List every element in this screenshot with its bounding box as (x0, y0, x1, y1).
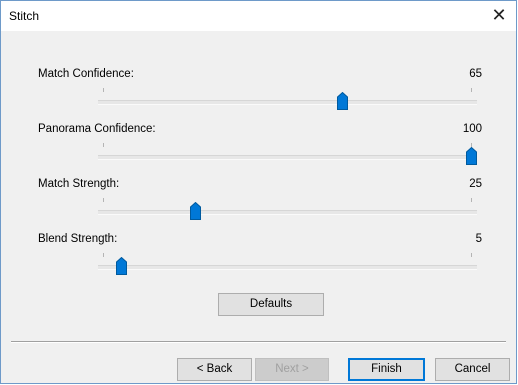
cancel-button[interactable]: Cancel (435, 358, 510, 381)
title-bar: Stitch ✕ (1, 1, 516, 31)
back-button[interactable]: < Back (177, 358, 252, 381)
match-strength-track[interactable] (98, 210, 477, 215)
tick-mark (103, 143, 104, 147)
panorama-confidence-slider-row: Panorama Confidence: 100 (1, 123, 516, 179)
close-icon[interactable]: ✕ (482, 1, 516, 31)
match-strength-value: 25 (469, 178, 482, 190)
match-strength-slider-thumb-icon[interactable] (189, 202, 201, 220)
blend-strength-label: Blend Strength: (38, 233, 118, 245)
tick-mark (103, 198, 104, 202)
defaults-button[interactable]: Defaults (218, 293, 324, 316)
blend-strength-slider-thumb-icon[interactable] (115, 257, 127, 275)
blend-strength-slider-row: Blend Strength: 5 (1, 233, 516, 289)
footer-separator (11, 341, 506, 343)
match-confidence-label: Match Confidence: (38, 68, 134, 80)
dialog-title: Stitch (9, 9, 40, 23)
match-confidence-value: 65 (469, 68, 482, 80)
finish-button[interactable]: Finish (348, 358, 425, 381)
blend-strength-track[interactable] (98, 265, 477, 270)
panorama-confidence-track[interactable] (98, 155, 477, 160)
match-confidence-slider-row: Match Confidence: 65 (1, 68, 516, 124)
tick-mark (471, 198, 472, 202)
tick-mark (471, 88, 472, 92)
panorama-confidence-slider-thumb-icon[interactable] (465, 147, 477, 165)
match-confidence-slider-thumb-icon[interactable] (336, 92, 348, 110)
match-strength-slider-row: Match Strength: 25 (1, 178, 516, 234)
panorama-confidence-label: Panorama Confidence: (38, 123, 156, 135)
tick-mark (103, 88, 104, 92)
match-strength-label: Match Strength: (38, 178, 120, 190)
match-confidence-track[interactable] (98, 100, 477, 105)
next-button[interactable]: Next > (255, 358, 329, 381)
stitch-dialog: Stitch ✕ Match Confidence: 65 Panorama C… (0, 0, 517, 384)
blend-strength-value: 5 (475, 233, 482, 245)
tick-mark (471, 253, 472, 257)
tick-mark (103, 253, 104, 257)
panorama-confidence-value: 100 (462, 123, 482, 135)
